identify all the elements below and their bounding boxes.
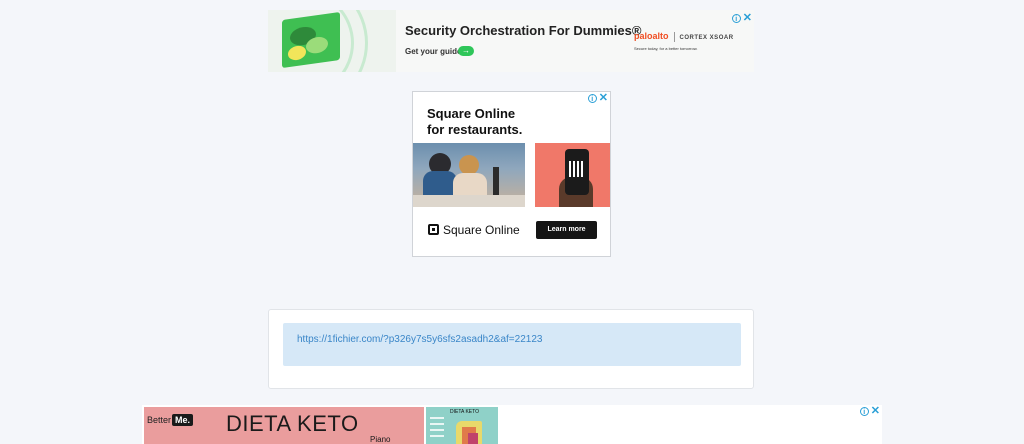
mini-title: DIETA KETO (450, 409, 479, 415)
link-box: https://1fichier.com/?p326y7s5y6sfs2asad… (283, 323, 741, 366)
ad-choices: i ✕ (731, 13, 752, 24)
close-icon[interactable]: ✕ (599, 93, 608, 104)
betterme-logo: Better Me. (147, 414, 194, 426)
betterme-prefix: Better (147, 415, 172, 425)
ad-top-brand: paloalto CORTEX XSOAR (634, 31, 734, 42)
bottom-banner-ad[interactable]: Better Me. DIETA KETO Piano DIETA KETO i … (142, 405, 882, 444)
ad-top-tagline: Secure today, for a better tomorrow. (634, 46, 698, 51)
ad-top-title: Security Orchestration For Dummies® (405, 23, 642, 38)
keto-banner-bg: Better Me. DIETA KETO Piano (144, 407, 424, 444)
ad-info-icon[interactable]: i (731, 13, 741, 23)
link-card: https://1fichier.com/?p326y7s5y6sfs2asad… (268, 309, 754, 389)
keto-mini-image: DIETA KETO (426, 407, 498, 444)
phone-qr-image (535, 143, 610, 207)
ad-choices: i ✕ (859, 406, 880, 417)
ad-bottom-subline: Piano (370, 435, 391, 444)
ad-choices: i ✕ (587, 93, 608, 104)
square-online-ad[interactable]: Square Online for restaurants. Square On… (412, 91, 611, 257)
cortex-xsoar-logo: CORTEX XSOAR (679, 35, 734, 41)
ad-info-icon[interactable]: i (859, 406, 869, 416)
betterme-badge: Me. (172, 414, 194, 426)
ad-square-headline: Square Online for restaurants. (427, 106, 522, 138)
download-link[interactable]: https://1fichier.com/?p326y7s5y6sfs2asad… (297, 334, 542, 345)
arrow-right-icon[interactable]: → (458, 46, 474, 56)
close-icon[interactable]: ✕ (743, 13, 752, 24)
learn-more-button[interactable]: Learn more (536, 221, 597, 239)
ad-square-brand: Square Online (443, 223, 520, 237)
close-icon[interactable]: ✕ (871, 406, 880, 417)
ad-bottom-headline: DIETA KETO (226, 411, 359, 436)
paloalto-logo: paloalto (634, 31, 669, 41)
top-banner-ad[interactable]: Security Orchestration For Dummies® Get … (268, 10, 754, 72)
ad-square-headline-line1: Square Online (427, 106, 516, 121)
square-logo-icon (428, 224, 439, 235)
ad-info-icon[interactable]: i (587, 93, 597, 103)
restaurant-photo (413, 143, 525, 207)
ad-book-illustration (268, 10, 396, 72)
ad-top-cta[interactable]: Get your guide (405, 47, 461, 56)
ad-square-headline-line2: for restaurants. (427, 122, 523, 137)
